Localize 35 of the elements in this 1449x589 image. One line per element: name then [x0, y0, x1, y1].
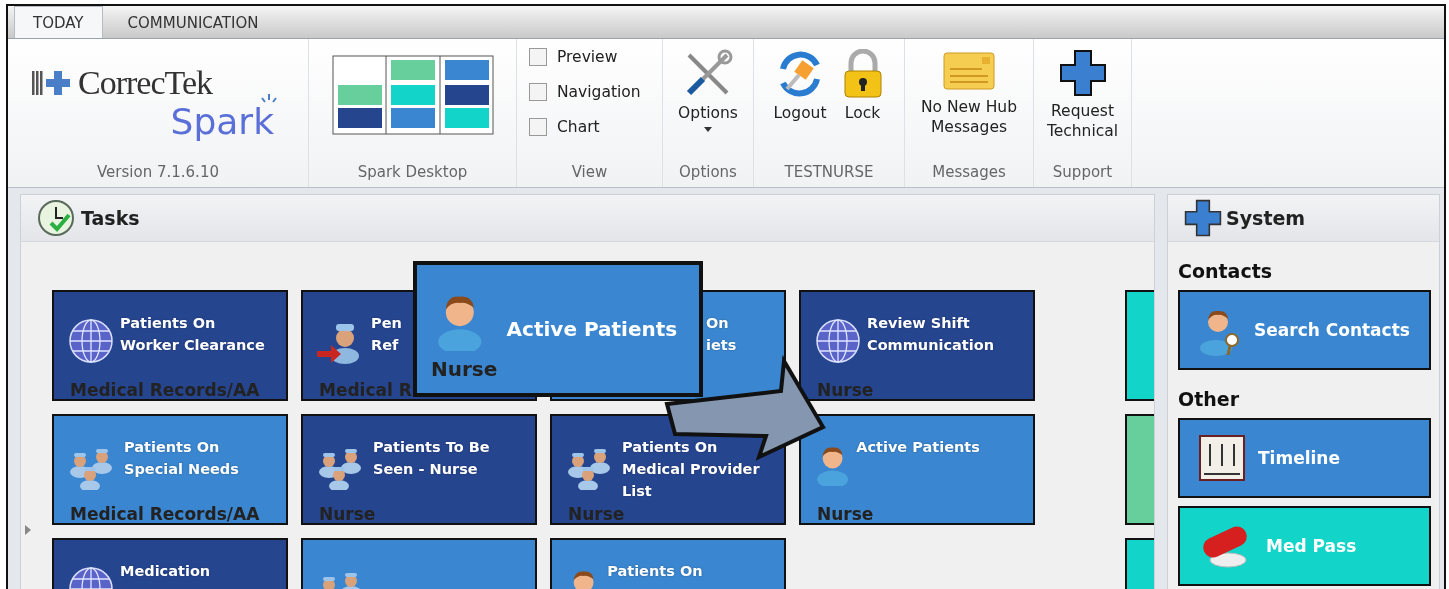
tile-role: Nurse — [568, 504, 625, 524]
callout-title: Active Patients — [506, 317, 678, 343]
tile-title: Pen Ref — [371, 314, 403, 355]
tile-title: Patients On Special Needs — [124, 438, 240, 479]
tile-title: Review Shift Communication — [867, 314, 995, 355]
tile-role: Medical Records/AA — [70, 380, 260, 400]
group-caption: TESTNURSE — [784, 162, 874, 183]
tile-title: Patients On — [607, 562, 704, 581]
tile-role: Nurse — [817, 504, 874, 524]
brand-name: CorrecTek — [78, 64, 212, 102]
tile-title: Patients On Worker Clearance — [120, 314, 266, 355]
group-caption: Options — [679, 162, 737, 183]
checkbox-label: Chart — [557, 117, 600, 136]
section-heading: Contacts — [1177, 259, 1274, 284]
tile-role: Nurse — [817, 380, 874, 400]
checkbox-label: Preview — [557, 47, 618, 66]
tile-title: On iets — [706, 314, 738, 355]
tile-title: Patients To Be Seen - Nurse — [373, 438, 491, 479]
tile-role: Nurse — [319, 504, 376, 524]
tile-role: Medical R — [319, 380, 412, 400]
group-caption: Messages — [932, 162, 1006, 183]
group-caption: Support — [1052, 162, 1113, 183]
callout-role: Nurse — [431, 357, 498, 381]
tile-title: Active Patients — [856, 438, 981, 457]
group-caption: Version 7.1.6.10 — [97, 162, 219, 183]
tile-title: Medication — [120, 562, 212, 581]
checkbox-label: Navigation — [557, 82, 641, 101]
group-caption: Spark Desktop — [357, 162, 468, 183]
section-heading: Other — [1177, 387, 1241, 412]
panel-title: System — [1226, 207, 1306, 229]
panel-title: Tasks — [81, 207, 140, 229]
product-name: Spark — [170, 102, 274, 142]
tile-title: Patients On Medical Provider List — [622, 438, 761, 501]
group-caption: View — [571, 162, 608, 183]
tile-role: Medical Records/AA — [70, 504, 260, 524]
